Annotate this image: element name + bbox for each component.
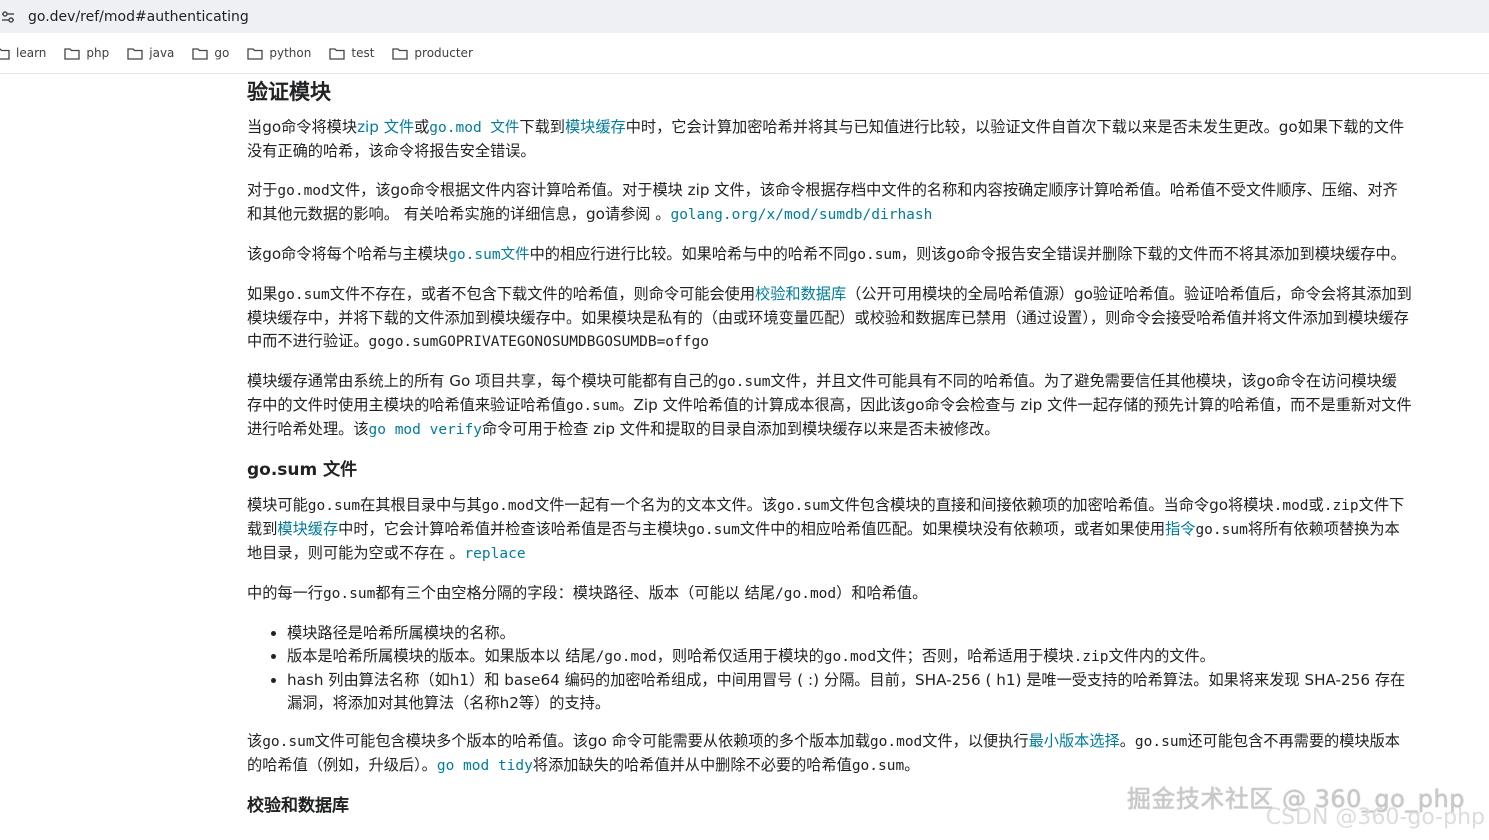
bookmark-test[interactable]: test [329, 39, 374, 67]
folder-icon [64, 47, 81, 60]
go-sum-fields-list: 模块路径是哈希所属模块的名称。 版本是哈希所属模块的版本。如果版本以 结尾/go… [247, 622, 1412, 715]
paragraph-5: 模块缓存通常由系统上的所有 Go 项目共享，每个模块可能都有自己的go.sum文… [247, 372, 1412, 438]
article-content: 验证模块 当go命令将模块zip 文件或go.mod 文件下载到模块缓存中时，它… [247, 78, 1412, 818]
module-cache-link-2[interactable]: 模块缓存 [277, 520, 338, 538]
paragraph-4: 如果go.sum文件不存在，或者不包含下载文件的哈希值，则命令可能会使用校验和数… [247, 285, 1412, 350]
address-bar[interactable]: go.dev/ref/mod#authenticating [0, 0, 1489, 33]
folder-icon [329, 47, 346, 60]
zip-file-link[interactable]: zip 文件 [357, 118, 414, 136]
folder-icon [127, 47, 143, 60]
site-settings-icon[interactable] [0, 9, 16, 25]
folder-icon [392, 47, 409, 60]
folder-icon [0, 47, 10, 60]
directive-link[interactable]: 指令 [1165, 520, 1195, 538]
go-mod-file-link[interactable]: go.mod 文件 [429, 118, 519, 136]
minimal-version-selection-link[interactable]: 最小版本选择 [1029, 732, 1120, 750]
paragraph-8: 该go.sum文件可能包含模块多个版本的哈希值。该go 命令可能需要从依赖项的多… [247, 732, 1400, 774]
folder-icon [192, 47, 209, 60]
checksum-database-link[interactable]: 校验和数据库 [755, 285, 846, 303]
bookmarks-bar: learn php java go python test producter [0, 33, 1489, 74]
bookmark-php[interactable]: php [64, 39, 109, 67]
bookmark-python[interactable]: python [247, 39, 311, 67]
list-item: hash 列由算法名称（如h1）和 base64 编码的加密哈希组成，中间用冒号… [287, 669, 1412, 715]
paragraph-3: 该go命令将每个哈希与主模块go.sum文件中的相应行进行比较。如果哈希与中的哈… [247, 245, 1406, 263]
folder-icon [247, 47, 264, 60]
url-text[interactable]: go.dev/ref/mod#authenticating [28, 9, 249, 25]
bookmark-learn[interactable]: learn [0, 39, 46, 67]
page-title: 验证模块 [247, 80, 331, 104]
bookmark-go[interactable]: go [192, 39, 229, 67]
list-item: 模块路径是哈希所属模块的名称。 [287, 622, 1412, 645]
module-cache-link[interactable]: 模块缓存 [565, 118, 626, 136]
bookmark-java[interactable]: java [127, 39, 174, 67]
watermark-csdn: CSDN @360-go-php [1265, 805, 1485, 830]
replace-link[interactable]: replace [464, 546, 525, 562]
dirhash-link[interactable]: golang.org/x/mod/sumdb/dirhash [670, 207, 932, 223]
list-item: 版本是哈希所属模块的版本。如果版本以 结尾/go.mod，则哈希仅适用于模块的g… [287, 645, 1412, 669]
bookmark-producter[interactable]: producter [392, 39, 473, 67]
paragraph-7: 中的每一行go.sum都有三个由空格分隔的字段：模块路径、版本（可能以 结尾/g… [247, 584, 928, 602]
go-mod-verify-link[interactable]: go mod verify [369, 422, 483, 438]
go-sum-file-link[interactable]: go.sum文件 [448, 245, 529, 263]
section-heading-go-sum: go.sum 文件 [247, 460, 358, 480]
paragraph-1: 当go命令将模块zip 文件或go.mod 文件下载到模块缓存中时，它会计算加密… [247, 118, 1405, 160]
paragraph-2: 对于go.mod文件，该go命令根据文件内容计算哈希值。对于模块 zip 文件，… [247, 181, 1398, 223]
paragraph-6: 模块可能go.sum在其根目录中与其go.mod文件一起有一个名为的文本文件。该… [247, 496, 1405, 562]
go-mod-tidy-link[interactable]: go mod tidy [437, 758, 533, 774]
